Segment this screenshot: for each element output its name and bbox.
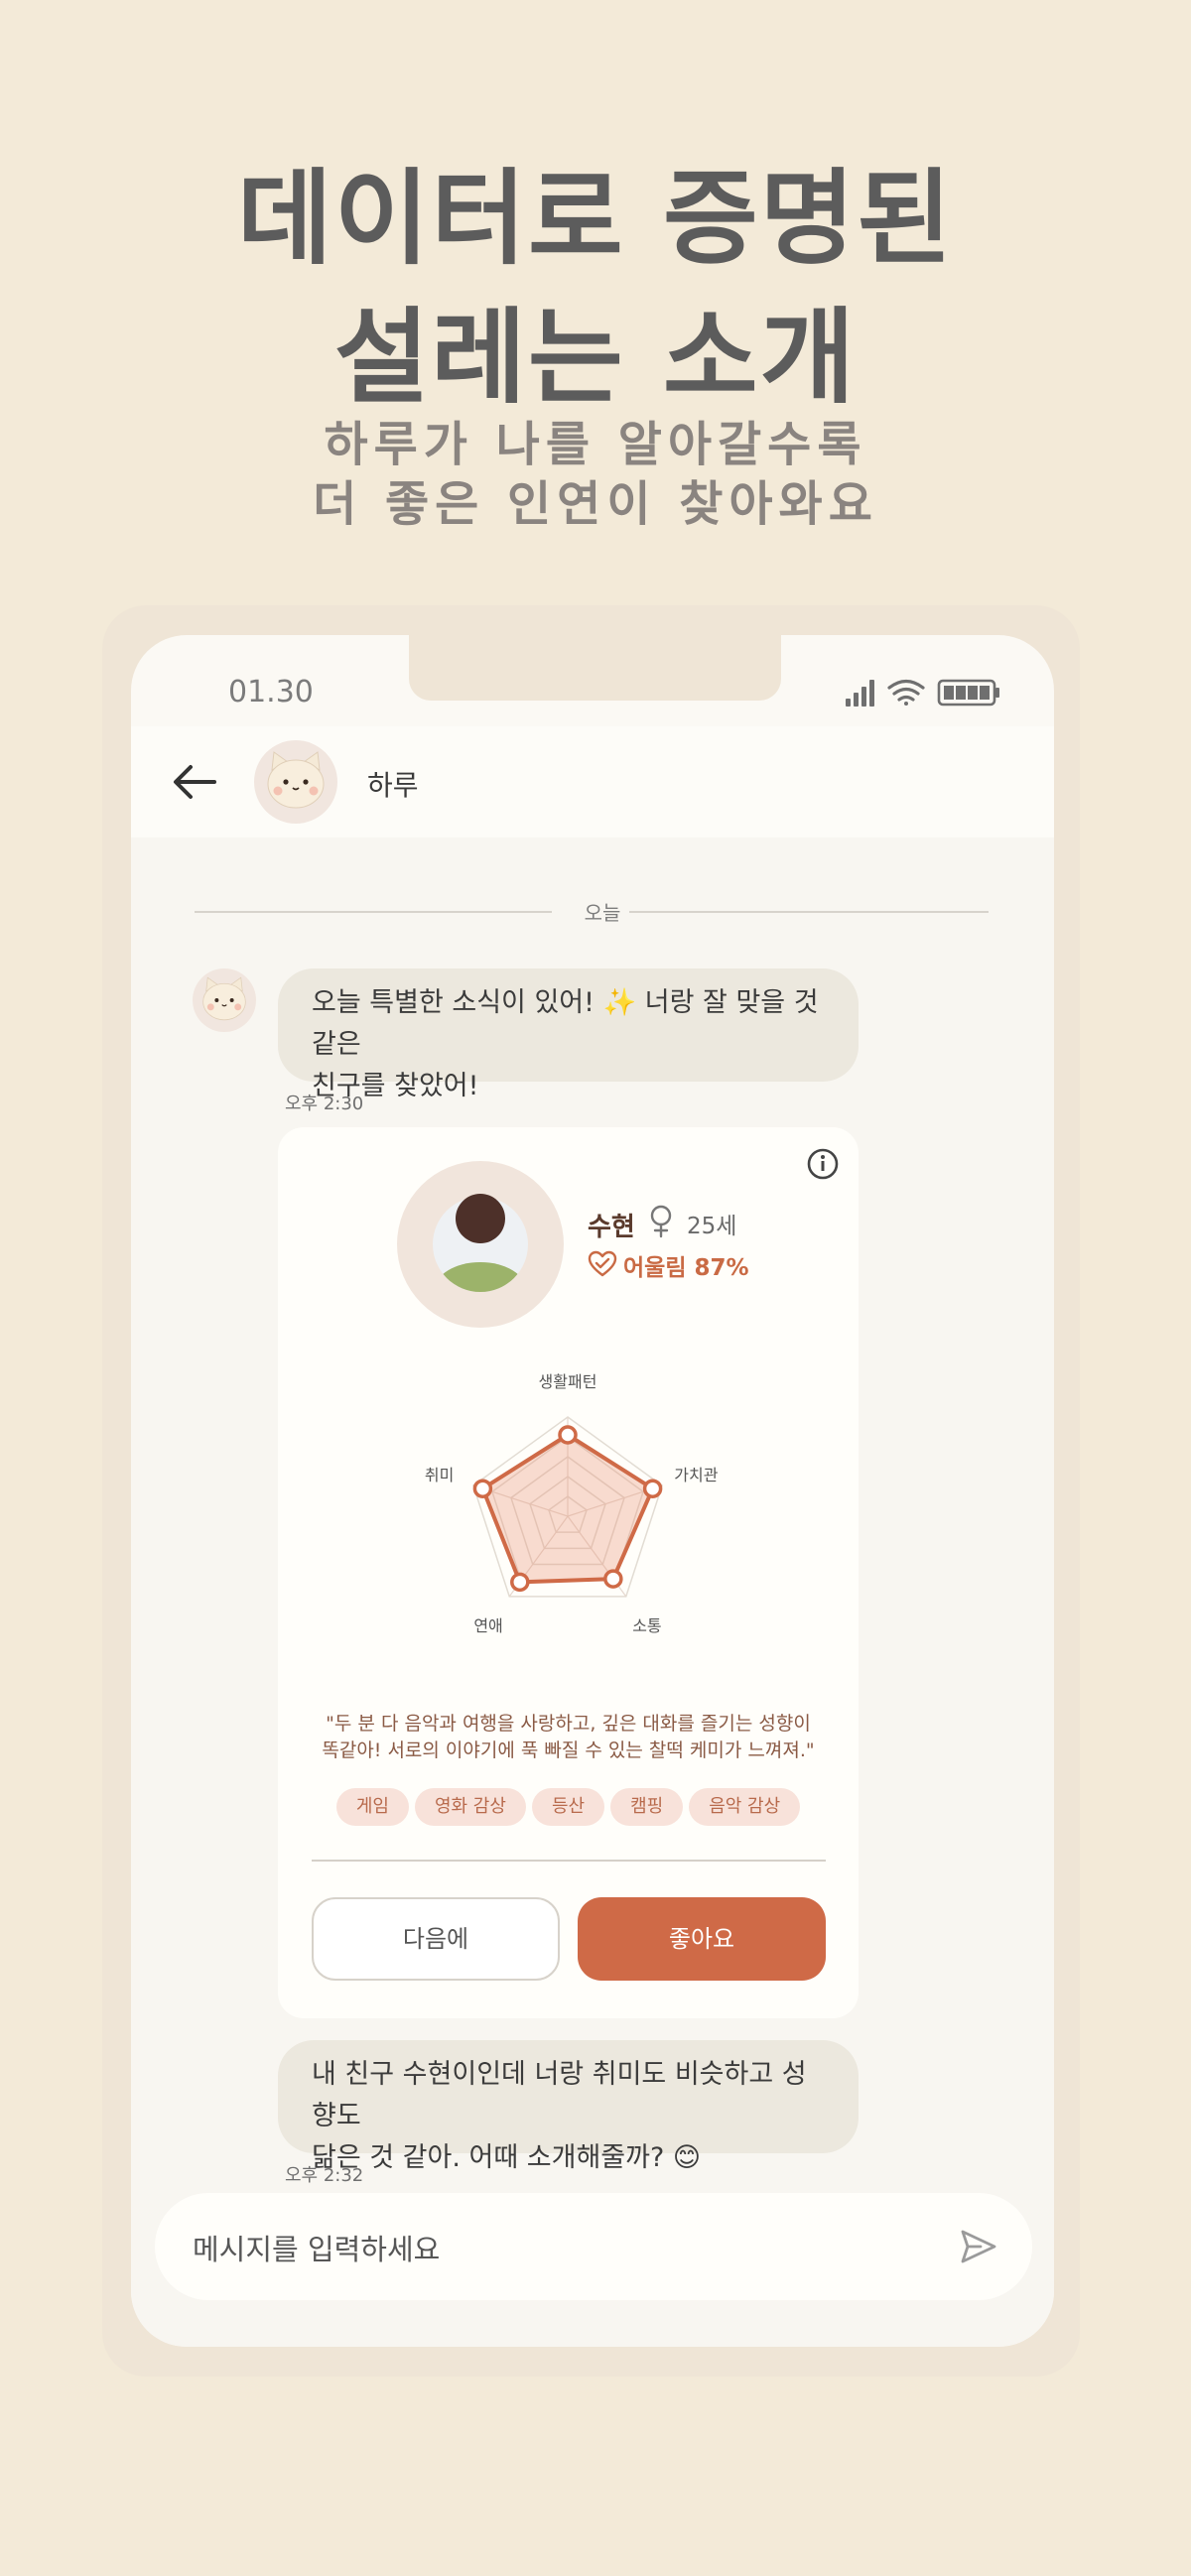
promo-subtitle: 하루가 나를 알아갈수록 더 좋은 인연이 찾아와요 — [0, 415, 1191, 534]
radar-point-2 — [603, 1569, 623, 1589]
match-percent: 어울림 87% — [623, 1255, 749, 1281]
wifi-icon — [887, 679, 925, 706]
date-divider: 오늘 — [584, 901, 621, 925]
tag-chip: 게임 — [335, 1788, 409, 1826]
profile-name: 수현 — [588, 1213, 635, 1242]
promo-title-line2: 설레는 소개 — [333, 297, 858, 418]
radar-point-3 — [510, 1572, 530, 1593]
status-icons — [846, 679, 999, 707]
send-icon[interactable] — [959, 2227, 998, 2266]
message-line: 내 친구 수현이인데 너랑 취미도 비슷하고 성향도 — [312, 2059, 807, 2131]
message-line: 닮은 것 같아. 어때 소개해줄까? 😊 — [312, 2142, 702, 2173]
like-button[interactable]: 좋아요 — [578, 1897, 826, 1981]
info-icon[interactable] — [806, 1147, 840, 1181]
tag-chip: 캠핑 — [610, 1788, 684, 1826]
match-reason: "두 분 다 음악과 여행을 사랑하고, 깊은 대화를 즐기는 성향이 똑같아!… — [298, 1711, 839, 1764]
radar-point-1 — [642, 1479, 663, 1498]
radar-point-0 — [558, 1425, 578, 1445]
chat-partner-name: 하루 — [367, 769, 419, 802]
tag-chip: 영화 감상 — [414, 1788, 526, 1826]
phone-screen: 01.30 하루 오늘 오늘 특별한 소식이 있어! ✨ 너랑 잘 맞을 것 같… — [131, 635, 1054, 2347]
radar-axis-label: 연애 — [473, 1616, 502, 1635]
interest-tags: 게임 영화 감상 등산 캠핑 음악 감상 — [278, 1788, 859, 1826]
radar-area — [480, 1433, 655, 1585]
status-time: 01.30 — [228, 675, 314, 709]
date-divider-line-left — [195, 911, 552, 913]
compatibility-radar-chart: 생활패턴가치관소통 연애 취미 — [425, 1372, 719, 1635]
message-time: 오후 2:30 — [285, 1094, 364, 1114]
match-card: 수현 25세 어울림 87% 생활패턴 가치관 소통 연애 취미 "두 분 다 … — [278, 1127, 859, 2018]
radar-axis-label: 생활패턴 — [539, 1372, 597, 1391]
phone-notch — [409, 635, 781, 701]
tag-chip: 등산 — [531, 1788, 605, 1826]
signal-icon — [846, 680, 874, 707]
message-line: 오늘 특별한 소식이 있어! ✨ 너랑 잘 맞을 것 같은 — [312, 987, 819, 1060]
cat-mascot-icon — [202, 976, 246, 1021]
radar-axis-label: 소통 — [632, 1616, 661, 1635]
promo-title-line1: 데이터로 증명된 — [237, 158, 954, 279]
promo-subtitle-line2: 더 좋은 인연이 찾아와요 — [313, 476, 878, 532]
message-avatar[interactable] — [193, 968, 256, 1032]
cat-mascot-icon — [267, 751, 325, 809]
radar-axis-label: 취미 — [425, 1466, 454, 1484]
message-input-placeholder: 메시지를 입력하세요 — [193, 2233, 441, 2266]
next-time-button[interactable]: 다음에 — [312, 1897, 560, 1981]
heart-check-icon — [588, 1250, 617, 1277]
back-arrow-icon[interactable] — [169, 756, 220, 808]
match-reason-line: "두 분 다 음악과 여행을 사랑하고, 깊은 대화를 즐기는 성향이 — [326, 1713, 811, 1735]
female-icon — [650, 1205, 672, 1238]
radar-axis-label: 가치관 — [674, 1466, 718, 1484]
profile-avatar[interactable] — [397, 1161, 564, 1328]
profile-age: 25세 — [687, 1214, 737, 1239]
promo-subtitle-line1: 하루가 나를 알아갈수록 — [324, 417, 867, 472]
radar-point-4 — [472, 1479, 493, 1498]
chat-header: 하루 — [131, 726, 1054, 837]
message-line: 친구를 찾았어! — [312, 1071, 479, 1101]
message-time: 오후 2:32 — [285, 2165, 364, 2186]
message-bubble: 내 친구 수현이인데 너랑 취미도 비슷하고 성향도 닮은 것 같아. 어때 소… — [278, 2040, 859, 2173]
card-divider — [312, 1860, 826, 1862]
avatar[interactable] — [254, 740, 337, 824]
person-icon — [433, 1194, 528, 1292]
message-input[interactable]: 메시지를 입력하세요 — [155, 2193, 1032, 2300]
match-reason-line: 똑같아! 서로의 이야기에 푹 빠질 수 있는 찰떡 케미가 느껴져." — [322, 1739, 815, 1761]
tag-chip: 음악 감상 — [689, 1788, 801, 1826]
battery-icon — [937, 679, 999, 707]
message-bubble: 오늘 특별한 소식이 있어! ✨ 너랑 잘 맞을 것 같은 친구를 찾았어! — [278, 968, 859, 1101]
promo-title: 데이터로 증명된 설레는 소개 — [0, 149, 1191, 427]
chat-body: 오늘 오늘 특별한 소식이 있어! ✨ 너랑 잘 맞을 것 같은 친구를 찾았어… — [131, 837, 1054, 2347]
date-divider-line-right — [629, 911, 989, 913]
